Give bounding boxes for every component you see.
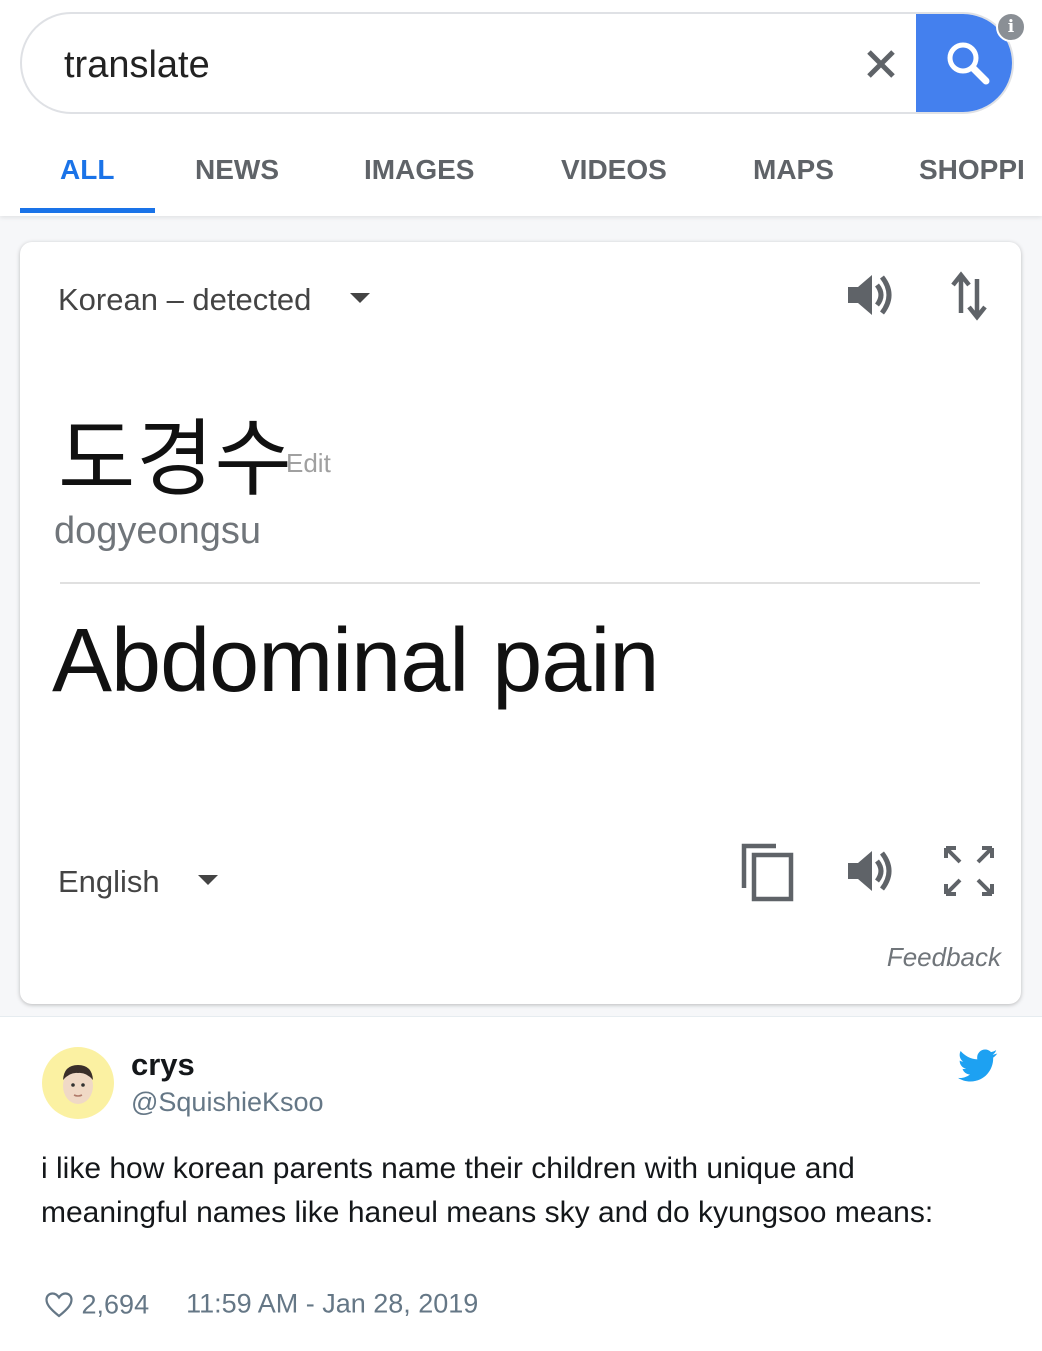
source-language-select[interactable]: Korean – detected	[58, 282, 370, 318]
tab-all[interactable]: ALL	[60, 130, 114, 212]
translation-text: Abdominal pain	[52, 611, 659, 711]
source-text[interactable]: 도경수	[58, 392, 293, 513]
tab-videos[interactable]: VIDEOS	[561, 130, 667, 212]
like-button[interactable]: 2,694	[44, 1288, 157, 1320]
author-handle[interactable]: @SquishieKsoo	[131, 1087, 324, 1118]
tab-images[interactable]: IMAGES	[364, 130, 474, 212]
swap-languages-button[interactable]	[938, 264, 1000, 326]
tweet-text: i like how korean parents name their chi…	[41, 1152, 934, 1229]
romanization: dogyeongsu	[54, 510, 262, 552]
active-tab-indicator	[20, 208, 155, 213]
info-icon[interactable]: i	[996, 12, 1026, 42]
author-name[interactable]: crys	[131, 1047, 195, 1083]
heart-icon	[45, 1291, 73, 1317]
listen-translation-button[interactable]	[840, 840, 902, 902]
dropdown-arrow-icon	[349, 292, 370, 303]
like-count: 2,694	[81, 1289, 150, 1320]
swap-languages-icon	[951, 271, 987, 321]
search-header: translate i ALL NEWS IMAGES VIDEOS MAPS …	[0, 0, 1042, 216]
tweet-meta: 2,694 11:59 AM - Jan 28, 2019	[44, 1287, 478, 1320]
avatar[interactable]	[42, 1047, 114, 1119]
tweet-card: crys @SquishieKsoo i like how korean par…	[0, 1016, 1042, 1351]
source-language-label: Korean – detected	[58, 282, 312, 317]
tweet-timestamp[interactable]: 11:59 AM - Jan 28, 2019	[186, 1288, 478, 1318]
divider	[60, 582, 980, 584]
twitter-bird-icon[interactable]	[958, 1049, 998, 1083]
dropdown-arrow-icon	[198, 874, 219, 885]
clear-search-button[interactable]	[842, 14, 920, 112]
avatar-face-image	[63, 1065, 93, 1104]
tab-shopping[interactable]: SHOPPI	[919, 130, 1042, 212]
fullscreen-icon	[944, 846, 994, 896]
search-tabs: ALL NEWS IMAGES VIDEOS MAPS SHOPPI	[0, 130, 1042, 216]
speaker-icon	[848, 275, 892, 315]
copy-button[interactable]	[736, 840, 798, 902]
target-language-select[interactable]: English	[58, 864, 219, 900]
translate-card: Korean – detected 도경수 Edit dogyeongsu Ab…	[20, 242, 1021, 1004]
search-icon	[947, 42, 990, 85]
search-input[interactable]: translate	[64, 14, 210, 112]
copy-icon	[741, 843, 794, 902]
feedback-link[interactable]: Feedback	[887, 942, 1001, 973]
search-bar[interactable]: translate	[20, 12, 1014, 114]
edit-link[interactable]: Edit	[286, 448, 331, 479]
fullscreen-button[interactable]	[938, 840, 1000, 902]
google-results-area: translate i ALL NEWS IMAGES VIDEOS MAPS …	[0, 0, 1042, 1016]
close-icon	[867, 50, 895, 78]
listen-source-button[interactable]	[840, 264, 902, 326]
speaker-icon	[848, 851, 892, 891]
tab-news[interactable]: NEWS	[195, 130, 279, 212]
tab-maps[interactable]: MAPS	[753, 130, 834, 212]
target-language-label: English	[58, 864, 160, 899]
